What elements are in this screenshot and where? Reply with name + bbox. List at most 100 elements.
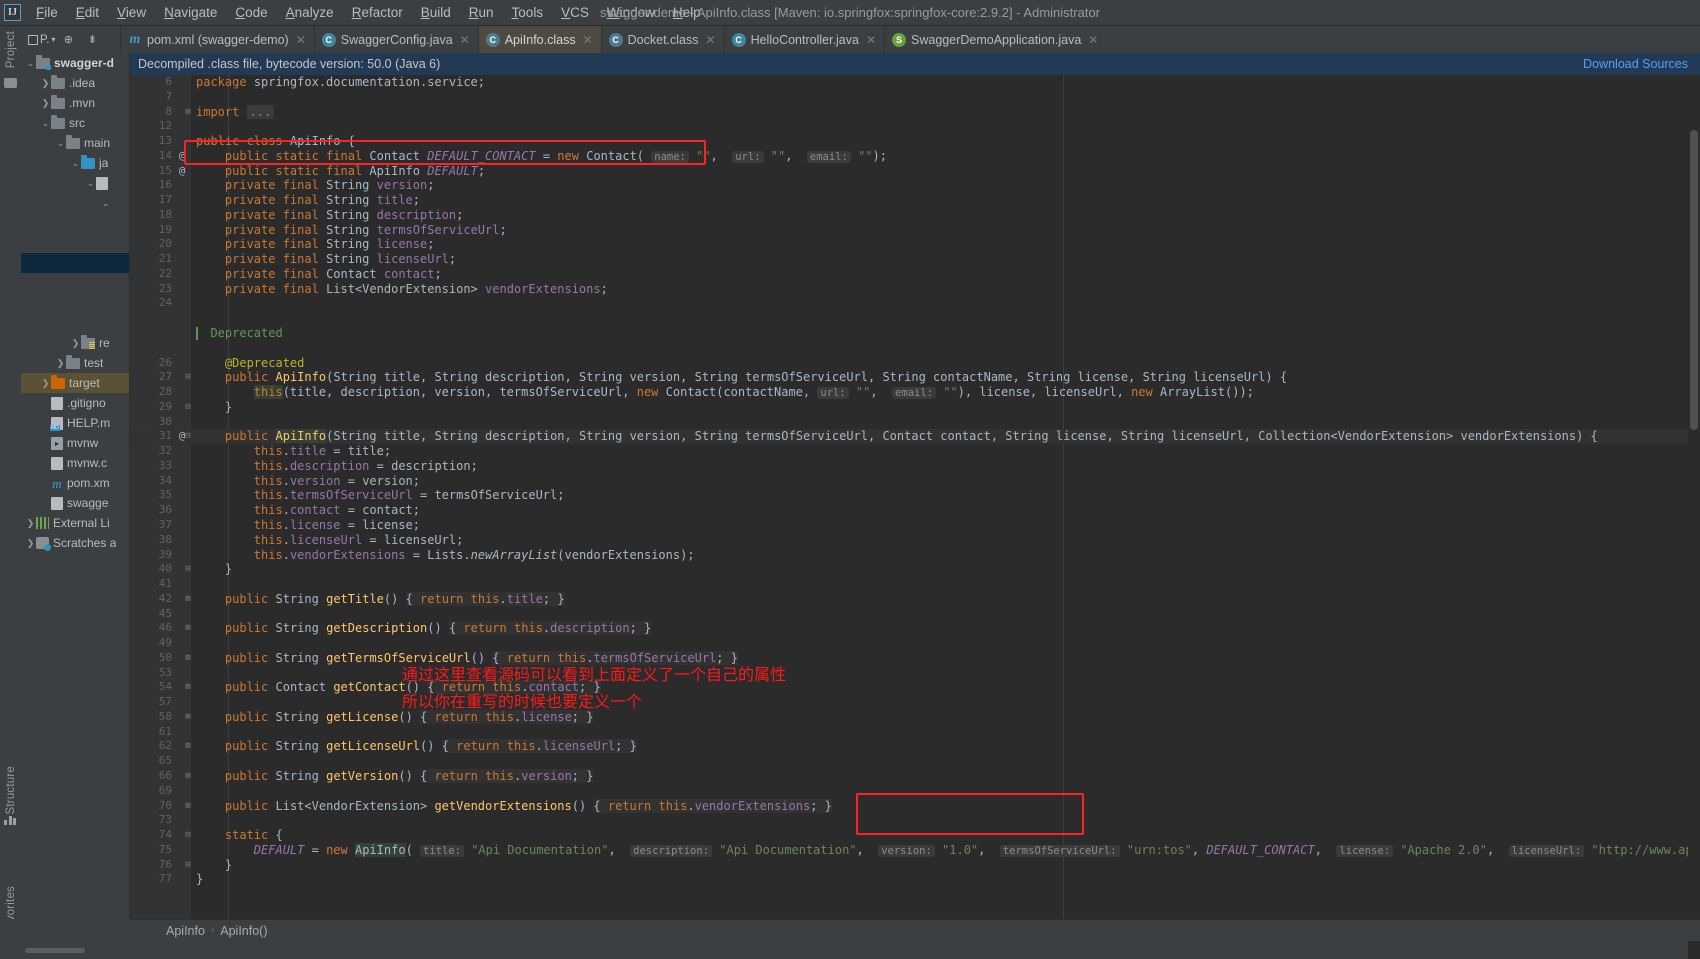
tree-item-mvnw-c[interactable]: mvnw.c: [21, 453, 129, 473]
tree-item[interactable]: [21, 253, 129, 273]
chevron-down-icon[interactable]: ⌄: [85, 178, 96, 189]
code-fold-toggle[interactable]: ⊟: [183, 370, 193, 385]
toolwindow-strip-structure[interactable]: Structure: [0, 760, 21, 880]
tree-item-help-m[interactable]: HELP.m: [21, 413, 129, 433]
code-fold-toggle[interactable]: ⊞: [183, 769, 193, 784]
close-icon[interactable]: ✕: [1088, 33, 1098, 47]
tab-apiinfo-class[interactable]: C ApiInfo.class ✕: [477, 26, 601, 53]
code-fold-toggle[interactable]: ⊞: [183, 680, 193, 695]
tree-item-target[interactable]: ❯ target: [21, 373, 129, 393]
chevron-down-icon[interactable]: ⌄: [55, 138, 66, 149]
chevron-right-icon[interactable]: ❯: [25, 518, 36, 529]
code-fold-toggle[interactable]: ⊞: [183, 105, 193, 120]
close-icon[interactable]: ✕: [583, 33, 593, 47]
close-icon[interactable]: ✕: [866, 33, 876, 47]
code-fold-toggle[interactable]: ⊞: [183, 710, 193, 725]
menu-item-edit[interactable]: Edit: [67, 2, 108, 23]
tab-swaggerconfig-java[interactable]: C SwaggerConfig.java ✕: [313, 26, 478, 53]
line-number: 35: [158, 488, 172, 502]
code-fold-toggle[interactable]: ⊟: [183, 400, 193, 415]
menu-item-help[interactable]: Help: [664, 2, 710, 23]
menu-item-tools[interactable]: Tools: [503, 2, 553, 23]
tree-item-scratches-a[interactable]: ❯ Scratches a: [21, 533, 129, 553]
tree-item-ja[interactable]: ⌄ ja: [21, 153, 129, 173]
close-icon[interactable]: ✕: [706, 33, 716, 47]
menu-item-window[interactable]: Window: [598, 2, 664, 23]
tree-item-pom-xm[interactable]: m pom.xm: [21, 473, 129, 493]
collapse-all-icon[interactable]: ⇟: [81, 30, 103, 50]
menu-item-file[interactable]: File: [27, 2, 67, 23]
tree-item-swagger-d[interactable]: ⌄ swagger-d: [21, 53, 129, 73]
chevron-right-icon[interactable]: ❯: [40, 78, 51, 89]
annotation-gutter-icon[interactable]: @: [175, 149, 189, 164]
tab-hellocontroller-java[interactable]: C HelloController.java ✕: [723, 26, 884, 53]
menu-item-build[interactable]: Build: [412, 2, 460, 23]
chevron-down-icon[interactable]: ⌄: [25, 58, 36, 69]
tree-item[interactable]: [21, 213, 129, 233]
code-area[interactable]: 6 package springfox.documentation.service…: [130, 75, 1700, 919]
tree-item-test[interactable]: ❯ test: [21, 353, 129, 373]
menu-item-view[interactable]: View: [108, 2, 155, 23]
toolwindow-strip-project[interactable]: Project: [0, 27, 21, 147]
chevron-down-icon[interactable]: ⌄: [100, 198, 111, 209]
tree-item[interactable]: ⌄: [21, 173, 129, 193]
code-fold-toggle[interactable]: ⊞: [183, 799, 193, 814]
chevron-right-icon[interactable]: ❯: [25, 538, 36, 549]
chevron-down-icon[interactable]: ⌄: [70, 158, 81, 169]
tree-item--gitigno[interactable]: .gitigno: [21, 393, 129, 413]
code-fold-toggle[interactable]: ⊟: [183, 562, 193, 577]
tree-item-mvnw[interactable]: mvnw: [21, 433, 129, 453]
code-fold-toggle[interactable]: ⊞: [183, 592, 193, 607]
code-fold-toggle[interactable]: ⊟: [183, 429, 193, 444]
code-fold-toggle[interactable]: ⊟: [183, 828, 193, 843]
project-view-selector[interactable]: P. ▾: [28, 34, 55, 46]
project-tree[interactable]: ⌄ swagger-d ❯ .idea ❯ .mvn ⌄ src ⌄ main ⌄ ja ⌄ ⌄ ❯ re ❯ t…: [21, 53, 130, 919]
code-fold-toggle[interactable]: ⊞: [183, 651, 193, 666]
chevron-right-icon[interactable]: ❯: [40, 98, 51, 109]
tree-item-swagge[interactable]: swagge: [21, 493, 129, 513]
menu-item-navigate[interactable]: Navigate: [155, 2, 226, 23]
annotation-gutter-icon[interactable]: @: [175, 164, 189, 179]
chevron-down-icon[interactable]: ⌄: [40, 118, 51, 129]
tree-item[interactable]: ⌄: [21, 193, 129, 213]
tree-item--mvn[interactable]: ❯ .mvn: [21, 93, 129, 113]
chevron-right-icon[interactable]: ❯: [70, 338, 81, 349]
code-text: public String getDescription() { return …: [224, 621, 652, 636]
code-fold-toggle[interactable]: ⊟: [183, 858, 193, 873]
breadcrumb[interactable]: ApiInfo › ApiInfo(): [130, 919, 1700, 941]
tree-item[interactable]: [21, 293, 129, 313]
breadcrumb-item[interactable]: ApiInfo: [166, 924, 205, 938]
menu-item-analyze[interactable]: Analyze: [277, 2, 343, 23]
tree-item[interactable]: [21, 313, 129, 333]
line-number: 40: [158, 562, 172, 576]
scrollbar-thumb[interactable]: [1690, 130, 1698, 430]
tab-pom-xml-swagger-demo-[interactable]: m pom.xml (swagger-demo) ✕: [120, 26, 314, 53]
menu-item-run[interactable]: Run: [460, 2, 503, 23]
code-line-74: 74 ⊟ static {: [130, 828, 1700, 843]
menu-item-code[interactable]: Code: [226, 2, 276, 23]
tree-horizontal-scrollbar[interactable]: [25, 948, 85, 953]
breadcrumb-item[interactable]: ApiInfo(): [220, 924, 267, 938]
tab-docket-class[interactable]: C Docket.class ✕: [600, 26, 724, 53]
tree-item-main[interactable]: ⌄ main: [21, 133, 129, 153]
close-icon[interactable]: ✕: [460, 33, 470, 47]
tree-item-src[interactable]: ⌄ src: [21, 113, 129, 133]
menu-item-refactor[interactable]: Refactor: [343, 2, 412, 23]
tree-item-re[interactable]: ❯ re: [21, 333, 129, 353]
tab-swaggerdemoapplication-java[interactable]: S SwaggerDemoApplication.java ✕: [884, 26, 1106, 53]
tree-item-external-li[interactable]: ❯ External Li: [21, 513, 129, 533]
chevron-right-icon[interactable]: ❯: [40, 378, 51, 389]
chevron-right-icon[interactable]: ❯: [55, 358, 66, 369]
code-fold-toggle[interactable]: ⊞: [183, 621, 193, 636]
locate-target-icon[interactable]: ⊕: [57, 30, 79, 50]
tree-item[interactable]: [21, 233, 129, 253]
tree-item--idea[interactable]: ❯ .idea: [21, 73, 129, 93]
tree-item[interactable]: [21, 273, 129, 293]
code-line-35: 35 this.termsOfServiceUrl = termsOfServi…: [130, 488, 1700, 503]
code-fold-toggle[interactable]: ⊞: [183, 739, 193, 754]
download-sources-link[interactable]: Download Sources: [1583, 57, 1688, 71]
close-icon[interactable]: ✕: [296, 33, 306, 47]
editor-scrollbar[interactable]: [1688, 128, 1700, 959]
code-line-45: 45: [130, 607, 1700, 622]
menu-item-vcs[interactable]: VCS: [552, 2, 598, 23]
